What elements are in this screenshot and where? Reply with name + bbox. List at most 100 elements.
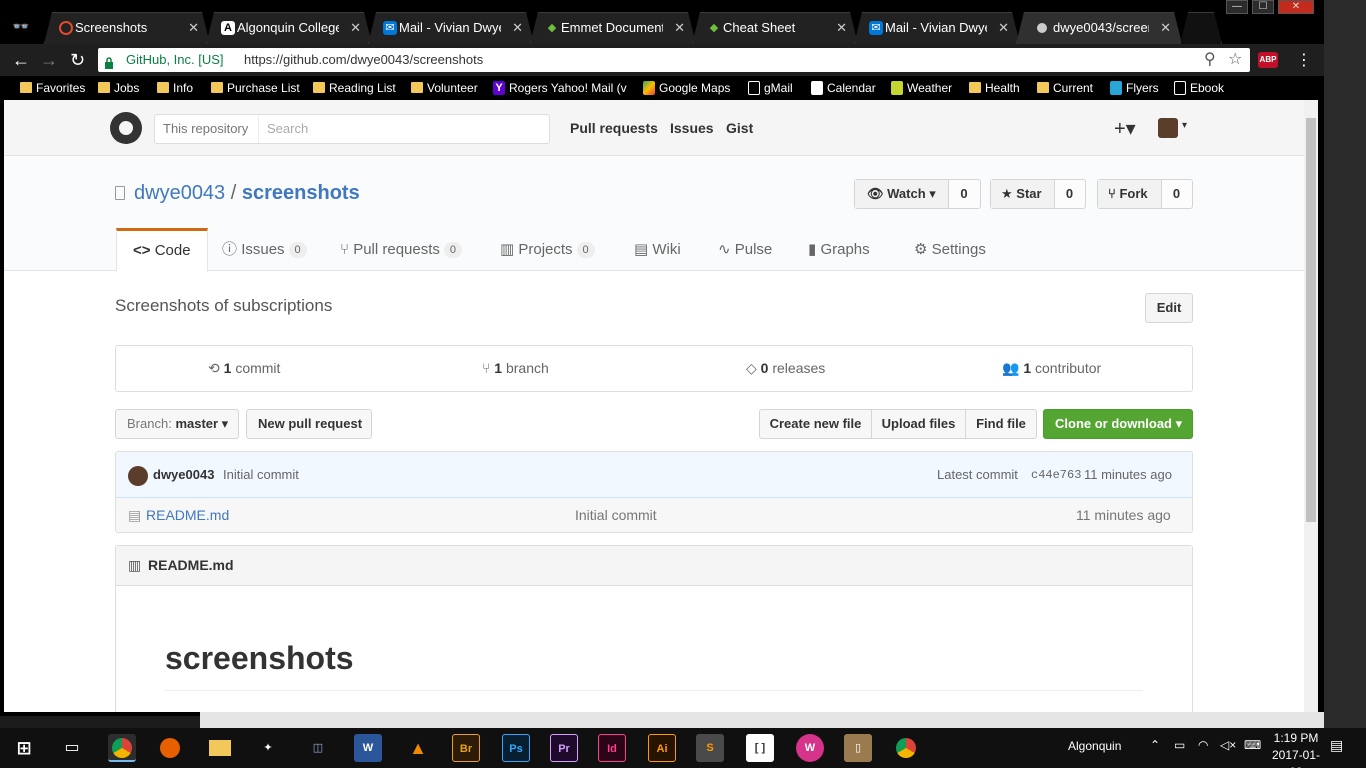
bridge-icon[interactable]: Br xyxy=(452,734,480,762)
sublime-icon[interactable]: S xyxy=(696,734,724,762)
clock[interactable]: 1:19 PM 2017-01-09 xyxy=(1266,730,1326,768)
bookmark-star-icon[interactable]: ☆ xyxy=(1228,48,1242,72)
bookmark-jobs[interactable]: Jobs xyxy=(96,79,139,97)
vlc-icon[interactable]: ▲ xyxy=(404,734,432,762)
chrome-icon[interactable] xyxy=(892,734,920,762)
watch-count[interactable]: 0 xyxy=(948,180,980,208)
repo-name-link[interactable]: screenshots xyxy=(242,182,360,204)
brackets-icon[interactable]: [ ] xyxy=(746,734,774,762)
repo-owner-link[interactable]: dwye0043 xyxy=(134,182,225,204)
adblock-icon[interactable]: ABP xyxy=(1258,52,1278,68)
premiere-icon[interactable]: Pr xyxy=(550,734,578,762)
bookmark-calendar[interactable]: Calendar xyxy=(809,79,876,97)
maximize-button[interactable]: ☐ xyxy=(1252,0,1274,14)
page-scrollbar[interactable] xyxy=(1304,100,1318,712)
find-file-button[interactable]: Find file xyxy=(966,410,1036,438)
nav-issues[interactable]: Issues xyxy=(670,120,714,136)
nav-pull-requests[interactable]: Pull requests xyxy=(570,120,658,136)
wamp-icon[interactable]: W xyxy=(796,734,824,762)
create-new-icon[interactable]: +▾ xyxy=(1114,116,1136,141)
commit-sha-link[interactable]: c44e763 xyxy=(1031,452,1081,498)
close-icon[interactable]: ✕ xyxy=(836,13,847,43)
tab-emmet[interactable]: ◆ Emmet Documentation ✕ xyxy=(530,12,696,44)
illustrator-icon[interactable]: Ai xyxy=(648,734,676,762)
file-explorer-icon[interactable] xyxy=(206,734,234,762)
bookmark-flyers[interactable]: Flyers xyxy=(1108,79,1159,97)
star-button-group[interactable]: ★ Star 0 xyxy=(990,179,1086,209)
commit-message-link[interactable]: Initial commit xyxy=(223,452,299,498)
chevron-up-icon[interactable]: ⌃ xyxy=(1150,738,1160,752)
zoom-icon[interactable]: ⚲ xyxy=(1204,48,1216,72)
watch-button-group[interactable]: 👁 Watch ▾ 0 xyxy=(854,179,981,209)
bookmark-rogers-yahoo[interactable]: Y Rogers Yahoo! Mail (v xyxy=(491,79,633,97)
bookmark-favorites[interactable]: Favorites xyxy=(18,79,85,97)
windows-start-icon[interactable]: ⊞ xyxy=(10,734,38,762)
bookmark-google-maps[interactable]: Google Maps xyxy=(641,79,730,97)
tab-github-active[interactable]: dwye0043/screenshots ✕ xyxy=(1016,12,1182,44)
branches-link[interactable]: ⑂ 1 branch xyxy=(482,346,549,391)
close-icon[interactable]: ✕ xyxy=(512,13,523,43)
search-input[interactable]: Search xyxy=(267,115,308,143)
fork-button-group[interactable]: ⑂ Fork 0 xyxy=(1097,179,1193,209)
scrollbar-thumb[interactable] xyxy=(1306,118,1316,522)
bookmark-current[interactable]: Current xyxy=(1035,79,1093,97)
releases-link[interactable]: ◇ 0 releases xyxy=(746,346,825,391)
close-window-button[interactable]: ✕ xyxy=(1278,0,1314,14)
tab-screenshots[interactable]: Screenshots ✕ xyxy=(44,12,210,44)
tab-pull-requests[interactable]: ⑂ Pull requests 0 xyxy=(340,228,463,272)
firefox-icon[interactable] xyxy=(156,734,184,762)
search-box[interactable]: This repository Search xyxy=(154,114,550,144)
chrome-icon[interactable] xyxy=(108,734,136,762)
task-view-icon[interactable]: ▭ xyxy=(58,734,86,762)
bookmark-gmail[interactable]: gMail xyxy=(746,79,793,97)
new-tab-button[interactable] xyxy=(1180,12,1222,44)
tab-mail[interactable]: ✉ Mail - Vivian Dwyer ✕ xyxy=(368,12,534,44)
branch-selector[interactable]: Branch: master ▾ xyxy=(115,409,239,439)
app-icon[interactable]: ◫ xyxy=(304,734,332,762)
close-icon[interactable]: ✕ xyxy=(674,13,685,43)
table-row[interactable]: ▤ README.md Initial commit 11 minutes ag… xyxy=(116,498,1192,532)
contributors-link[interactable]: 👥 1 contributor xyxy=(1002,346,1101,391)
tab-settings[interactable]: ⚙ Settings xyxy=(914,228,986,272)
file-name-link[interactable]: README.md xyxy=(146,498,229,532)
bookmark-ebook[interactable]: Ebook xyxy=(1172,79,1224,97)
edit-description-button[interactable]: Edit xyxy=(1145,293,1193,323)
create-new-file-button[interactable]: Create new file xyxy=(760,410,872,438)
back-icon[interactable]: ← xyxy=(12,50,30,70)
battery-icon[interactable]: ▭ xyxy=(1174,738,1185,752)
tab-pulse[interactable]: ∿ Pulse xyxy=(718,228,772,272)
photoshop-icon[interactable]: Ps xyxy=(502,734,530,762)
notification-icon[interactable]: ▤ xyxy=(1330,737,1343,754)
commits-link[interactable]: ⟲ 1 commit xyxy=(208,346,280,391)
indesign-icon[interactable]: Id xyxy=(598,734,626,762)
forward-icon[interactable]: → xyxy=(40,50,58,70)
star-button[interactable]: ★ Star xyxy=(991,180,1055,208)
address-bar[interactable]: GitHub, Inc. [US] https://github.com/dwy… xyxy=(98,48,1250,72)
file-commit-message[interactable]: Initial commit xyxy=(575,498,657,532)
new-pull-request-button[interactable]: New pull request xyxy=(246,409,372,439)
tab-projects[interactable]: ▥ Projects 0 xyxy=(500,228,595,272)
commit-author-link[interactable]: dwye0043 xyxy=(153,452,214,498)
bookmark-info[interactable]: Info xyxy=(155,79,193,97)
chevron-down-icon[interactable]: ▾ xyxy=(1182,120,1187,131)
volume-icon[interactable]: ◁× xyxy=(1220,738,1236,752)
app-icon[interactable]: ▯ xyxy=(844,734,872,762)
bookmark-health[interactable]: Health xyxy=(967,79,1020,97)
keyboard-icon[interactable]: ⌨ xyxy=(1244,738,1261,752)
tray-user-name[interactable]: Algonquin xyxy=(1068,739,1121,753)
tab-code[interactable]: <> Code xyxy=(116,228,208,272)
tab-wiki[interactable]: ▤ Wiki xyxy=(634,228,681,272)
github-logo-icon[interactable] xyxy=(110,112,142,144)
user-avatar[interactable] xyxy=(1158,118,1178,138)
menu-icon[interactable]: ⋮ xyxy=(1296,50,1312,70)
close-icon[interactable]: ✕ xyxy=(350,13,361,43)
bookmark-weather[interactable]: Weather xyxy=(889,79,952,97)
star-count[interactable]: 0 xyxy=(1054,180,1085,208)
nav-gist[interactable]: Gist xyxy=(726,120,753,136)
bookmark-reading-list[interactable]: Reading List xyxy=(311,79,396,97)
tab-cheat-sheet[interactable]: ◆ Cheat Sheet ✕ xyxy=(692,12,858,44)
bookmark-purchase-list[interactable]: Purchase List xyxy=(209,79,300,97)
wifi-icon[interactable]: ◠ xyxy=(1198,738,1208,752)
tab-issues[interactable]: ⓘ Issues 0 xyxy=(222,228,307,272)
watch-button[interactable]: 👁 Watch ▾ xyxy=(855,180,949,208)
